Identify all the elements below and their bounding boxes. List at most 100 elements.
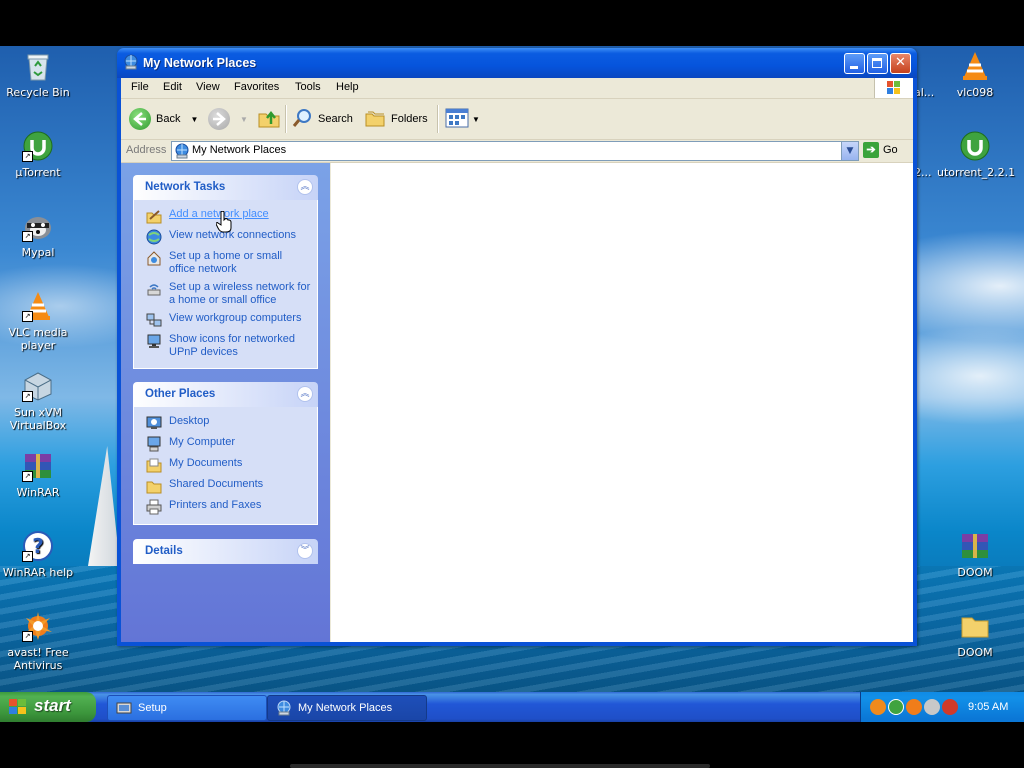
start-button[interactable]: start	[0, 692, 96, 722]
views-icon	[445, 107, 469, 132]
shortcut-arrow-icon: ↗	[22, 631, 33, 642]
maximize-button[interactable]	[867, 53, 888, 74]
place-desktop[interactable]: Desktop	[134, 413, 317, 434]
place-shared-documents[interactable]: Shared Documents	[134, 476, 317, 497]
printer-icon	[146, 499, 162, 515]
sailboat-wallpaper	[88, 446, 120, 566]
windows-flag-icon	[8, 698, 28, 721]
upnp-icon	[146, 333, 162, 349]
desktop-icon-utorrent-221[interactable]: utorrent_2.2.1	[937, 130, 1016, 179]
clock[interactable]: 9:05 AM	[968, 701, 1008, 713]
go-label: Go	[883, 144, 898, 156]
place-my-documents[interactable]: My Documents	[134, 455, 317, 476]
network-tasks-header[interactable]: Network Tasks ︽	[133, 175, 318, 200]
other-places-title: Other Places	[145, 388, 216, 400]
home-network-icon	[146, 250, 162, 266]
folders-button[interactable]: Folders	[364, 105, 428, 133]
toolbar-separator	[437, 105, 439, 133]
help-icon: ? ↗	[22, 530, 54, 562]
add-network-place-icon	[146, 208, 162, 224]
my-computer-icon	[146, 436, 162, 452]
desktop-icon	[146, 415, 162, 431]
desktop-icon-winrar-help[interactable]: ? ↗ WinRAR help	[0, 530, 76, 579]
shortcut-arrow-icon: ↗	[22, 391, 33, 402]
search-icon	[291, 107, 313, 132]
desktop-icon-doom-archive[interactable]: DOOM	[937, 530, 1013, 579]
menu-tools[interactable]: Tools	[295, 81, 321, 93]
desktop-icon-vlc098[interactable]: vlc098	[937, 50, 1013, 99]
window-title: My Network Places	[143, 56, 257, 70]
desktop-icon-label: WinRAR	[16, 486, 60, 499]
views-dropdown-icon[interactable]: ▼	[472, 115, 480, 124]
menu-help[interactable]: Help	[336, 81, 359, 93]
expand-icon[interactable]: ︾	[297, 543, 313, 559]
forward-button[interactable]: ▼	[208, 105, 248, 133]
desktop-icon-winrar[interactable]: ↗ WinRAR	[0, 450, 76, 499]
network-tray-icon[interactable]	[924, 699, 940, 715]
file-list-area[interactable]	[331, 163, 913, 642]
menu-edit[interactable]: Edit	[163, 81, 182, 93]
explorer-window: My Network Places ✕ File Edit View Favor…	[117, 48, 917, 646]
menu-bar: File Edit View Favorites Tools Help	[121, 78, 913, 99]
menu-view[interactable]: View	[196, 81, 220, 93]
task-setup-wireless-network[interactable]: Set up a wireless network for a home or …	[134, 279, 317, 310]
chevron-down-icon: ▼	[846, 146, 854, 156]
title-bar[interactable]: My Network Places ✕	[117, 48, 917, 78]
task-setup-home-network[interactable]: Set up a home or small office network	[134, 248, 317, 279]
place-printers-faxes[interactable]: Printers and Faxes	[134, 497, 317, 518]
close-button[interactable]: ✕	[890, 53, 911, 74]
search-button[interactable]: Search	[291, 105, 353, 133]
back-dropdown-icon[interactable]: ▼	[190, 115, 198, 124]
shortcut-arrow-icon: ↗	[22, 231, 33, 242]
svg-text:?: ?	[32, 534, 44, 558]
back-button[interactable]: Back ▼	[129, 105, 198, 133]
taskbar-button-setup[interactable]: Setup	[107, 695, 267, 721]
taskbar-button-my-network-places[interactable]: My Network Places	[267, 695, 427, 721]
task-show-upnp-devices[interactable]: Show icons for networked UPnP devices	[134, 331, 317, 362]
desktop-icon-mypal[interactable]: ↗ Mypal	[0, 210, 76, 259]
menu-file[interactable]: File	[131, 81, 149, 93]
collapse-icon[interactable]: ︽	[297, 179, 313, 195]
address-input[interactable]: My Network Places ▼	[171, 141, 859, 161]
desktop-icon-doom-folder[interactable]: DOOM	[937, 610, 1013, 659]
search-label: Search	[318, 113, 353, 125]
folder-icon	[959, 610, 991, 642]
desktop-icon-avast[interactable]: ↗ avast! Free Antivirus	[0, 610, 76, 672]
menu-favorites[interactable]: Favorites	[234, 81, 279, 93]
other-places-list: Desktop My Computer My Documents Shared …	[133, 407, 318, 525]
winrar-icon: ↗	[22, 450, 54, 482]
desktop-icon-utorrent[interactable]: ↗ µTorrent	[0, 130, 76, 179]
recycle-bin-icon	[22, 50, 54, 82]
desktop-icon-label: Sun xVM VirtualBox	[9, 406, 67, 432]
up-button[interactable]	[257, 105, 281, 133]
address-bar: Address My Network Places ▼ ➔ Go	[121, 140, 913, 163]
place-my-computer[interactable]: My Computer	[134, 434, 317, 455]
desktop-icon-label: utorrent_2.2.1	[937, 166, 1016, 179]
winrar-icon	[959, 530, 991, 562]
up-folder-icon	[257, 106, 281, 133]
minimize-button[interactable]	[844, 53, 865, 74]
desktop-icon-virtualbox[interactable]: ↗ Sun xVM VirtualBox	[0, 370, 76, 432]
task-view-workgroup-computers[interactable]: View workgroup computers	[134, 310, 317, 331]
collapse-icon[interactable]: ︽	[297, 386, 313, 402]
security-tray-icon[interactable]	[942, 699, 958, 715]
setup-icon	[116, 700, 132, 719]
address-dropdown-button[interactable]: ▼	[841, 142, 858, 160]
toolbar-separator	[285, 105, 287, 133]
windows-logo-icon	[874, 78, 913, 98]
firefox-tray-icon[interactable]	[870, 699, 886, 715]
utorrent-tray-icon[interactable]	[888, 699, 904, 715]
my-documents-icon	[146, 457, 162, 473]
network-places-icon	[174, 143, 190, 162]
other-places-header[interactable]: Other Places ︽	[133, 382, 318, 407]
avast-tray-icon[interactable]	[906, 699, 922, 715]
go-button[interactable]: ➔ Go	[863, 142, 898, 158]
details-header[interactable]: Details ︾	[133, 539, 318, 564]
folders-icon	[364, 107, 386, 132]
desktop-icon-label: Mypal	[21, 246, 55, 259]
desktop-icon-vlc[interactable]: ↗ VLC media player	[0, 290, 76, 352]
toolbar: Back ▼ ▼ Search Folders ▼	[121, 99, 913, 140]
views-button[interactable]: ▼	[445, 105, 480, 133]
desktop-icon-label: µTorrent	[15, 166, 61, 179]
desktop-icon-recycle-bin[interactable]: Recycle Bin	[0, 50, 76, 99]
